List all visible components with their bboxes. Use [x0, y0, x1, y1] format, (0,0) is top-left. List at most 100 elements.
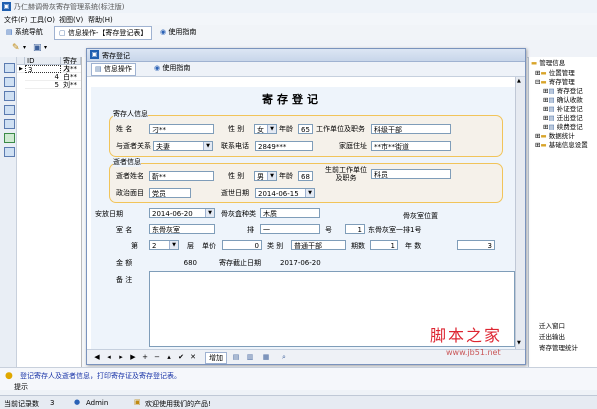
years-field[interactable]: 3	[457, 240, 495, 250]
next-record-icon[interactable]: ▸	[117, 352, 125, 362]
post-record-icon[interactable]: ✔	[177, 352, 185, 362]
tree-item[interactable]: ⊞▤ 迁出登记	[543, 114, 583, 123]
table-cell-depositor[interactable]: 刘**	[61, 81, 81, 89]
edit-icon[interactable]: ✎	[12, 43, 20, 53]
period-field[interactable]: 1	[370, 240, 398, 250]
tree-bottom-item[interactable]: 迁出输出	[539, 333, 565, 342]
name-label: 姓 名	[116, 125, 133, 133]
row-pointer-icon: ▶	[17, 65, 25, 73]
save-icon[interactable]: ▣	[33, 43, 42, 53]
last-record-icon[interactable]: ▶	[129, 352, 137, 362]
deceased-name-field[interactable]: 靳**	[149, 171, 214, 181]
tier-select[interactable]: 2 ▼	[149, 240, 179, 250]
up-record-icon[interactable]: ▴	[165, 352, 173, 362]
table-cell-id[interactable]: 3	[25, 65, 61, 73]
scroll-down-icon[interactable]: ▼	[517, 340, 521, 346]
doc-icon: ▤	[548, 96, 555, 104]
num-field[interactable]: 1	[345, 224, 365, 234]
watermark-url: www.jb51.net	[446, 348, 501, 357]
dropdown-arrow-icon[interactable]: ▾	[44, 44, 47, 51]
delete-record-icon[interactable]: −	[153, 352, 161, 362]
period-label: 期数	[351, 242, 365, 250]
print-preview-icon[interactable]: ▥	[245, 352, 255, 362]
nav-book-icon[interactable]	[4, 91, 15, 101]
tree-bottom-item[interactable]: 寄存管理统计	[539, 344, 578, 353]
work-field[interactable]: 科级干部	[371, 124, 451, 134]
menu-view[interactable]: 视图(V)	[59, 15, 83, 25]
add-record-icon[interactable]: +	[141, 352, 149, 362]
table-cell-depositor[interactable]: 刁**	[61, 65, 81, 73]
folder-icon: ▬	[531, 59, 538, 67]
grid-header-depositor[interactable]: 寄存人	[61, 57, 81, 73]
deceased-age-field[interactable]: 68	[298, 171, 313, 181]
watermark-brand: 脚本之家	[430, 326, 503, 345]
table-cell-depositor[interactable]: 白**	[61, 73, 81, 81]
print-icon[interactable]: ▤	[231, 352, 241, 362]
form-scrollbar[interactable]: ▲ ▼	[515, 77, 525, 349]
dialog-tab-guide[interactable]: ◉ 使用指南	[151, 63, 193, 74]
nav-settings-icon[interactable]	[4, 147, 15, 157]
phone-field[interactable]: 2849***	[255, 141, 313, 151]
category-field[interactable]: 普通干部	[291, 240, 346, 250]
death-date-picker[interactable]: 2014-06-15 ▼	[255, 188, 315, 198]
dialog-tab-info[interactable]: ▤ 信息操作	[91, 63, 136, 76]
tree-bottom-item[interactable]: 迁入窗口	[539, 322, 565, 331]
politics-label: 政治面目	[116, 189, 144, 197]
app-title: 乃仁赫调骨灰寄存管理系统(标注版)	[14, 3, 125, 11]
tab-guide[interactable]: ◉ 使用指南	[156, 26, 200, 38]
chevron-down-icon: ▼	[169, 241, 178, 249]
burial-date-picker[interactable]: 2014-06-20 ▼	[149, 208, 215, 218]
nav-export-icon[interactable]	[4, 133, 15, 143]
tree-bottom-label: 寄存管理统计	[539, 344, 578, 352]
name-field[interactable]: 刁**	[149, 124, 214, 134]
address-field[interactable]: **市**街道	[371, 141, 451, 151]
prev-record-icon[interactable]: ◂	[105, 352, 113, 362]
user-icon: ●	[74, 398, 81, 406]
search-icon[interactable]: ⌕	[279, 352, 289, 362]
relation-value: 夫妻	[156, 143, 170, 151]
room-field[interactable]: 东骨灰室	[149, 224, 215, 234]
tree-item[interactable]: ⊞▤ 寄存登记	[543, 87, 583, 96]
table-cell-id[interactable]: 5	[25, 81, 61, 89]
form-title: 寄存登记	[262, 93, 322, 106]
menu-file[interactable]: 文件(F)	[4, 15, 28, 25]
deceased-gender-select[interactable]: 男 ▼	[254, 171, 277, 181]
record-grid: ID 寄存人 ▶ 3 刁** 4 白** 5 刘**	[17, 57, 82, 367]
grid-header-id[interactable]: ID	[25, 57, 61, 65]
tree-item[interactable]: ⊞▬ 位置管理	[535, 69, 575, 78]
row-field[interactable]: 一	[260, 224, 320, 234]
tree-item[interactable]: ⊞▬ 基础信息设置	[535, 141, 588, 150]
gender-select[interactable]: 女 ▼	[254, 124, 277, 134]
deceased-work-field[interactable]: 科员	[371, 169, 451, 179]
scroll-up-icon[interactable]: ▲	[517, 78, 521, 84]
tree-item[interactable]: ⊞▤ 确认收款	[543, 96, 583, 105]
location-label: 骨灰室位置	[403, 212, 438, 220]
menu-tools[interactable]: 工具(O)	[30, 15, 55, 25]
tab-current[interactable]: ▢ 信息操作-【寄存登记表】	[54, 26, 153, 40]
table-cell-id[interactable]: 4	[25, 73, 61, 81]
politics-field[interactable]: 党员	[149, 188, 191, 198]
add-button[interactable]: 增加	[205, 352, 227, 364]
first-record-icon[interactable]: ◀	[93, 352, 101, 362]
urn-type-field[interactable]: 木质	[260, 208, 320, 218]
age-field[interactable]: 65	[298, 124, 313, 134]
tree-item[interactable]: ⊞▬ 数据统计	[535, 132, 575, 141]
nav-list-icon[interactable]	[4, 77, 15, 87]
tree-item[interactable]: ⊞▤ 续费登记	[543, 123, 583, 132]
preview-icon[interactable]: ▦	[261, 352, 271, 362]
dropdown-arrow-icon[interactable]: ▾	[23, 44, 26, 51]
price-field[interactable]: 0	[222, 240, 262, 250]
tab-system-nav[interactable]: ▤ 系统导航	[2, 26, 47, 38]
nav-grid-icon[interactable]	[4, 63, 15, 73]
tree-item-label: 寄存管理	[548, 78, 575, 86]
cancel-record-icon[interactable]: ✕	[189, 352, 197, 362]
tree-root[interactable]: ▬ 管理信息	[531, 59, 565, 68]
menu-help[interactable]: 帮助(H)	[88, 15, 113, 25]
relation-select[interactable]: 夫妻 ▼	[153, 141, 213, 151]
tree-item[interactable]: ⊞▤ 补证登记	[543, 105, 583, 114]
room-label: 室 名	[116, 226, 133, 234]
dialog-title-bar[interactable]: ▣ 寄存登记	[87, 49, 525, 62]
tree-item[interactable]: ⊟▬ 寄存管理	[535, 78, 575, 87]
nav-report-icon[interactable]	[4, 119, 15, 129]
nav-print-icon[interactable]	[4, 105, 15, 115]
